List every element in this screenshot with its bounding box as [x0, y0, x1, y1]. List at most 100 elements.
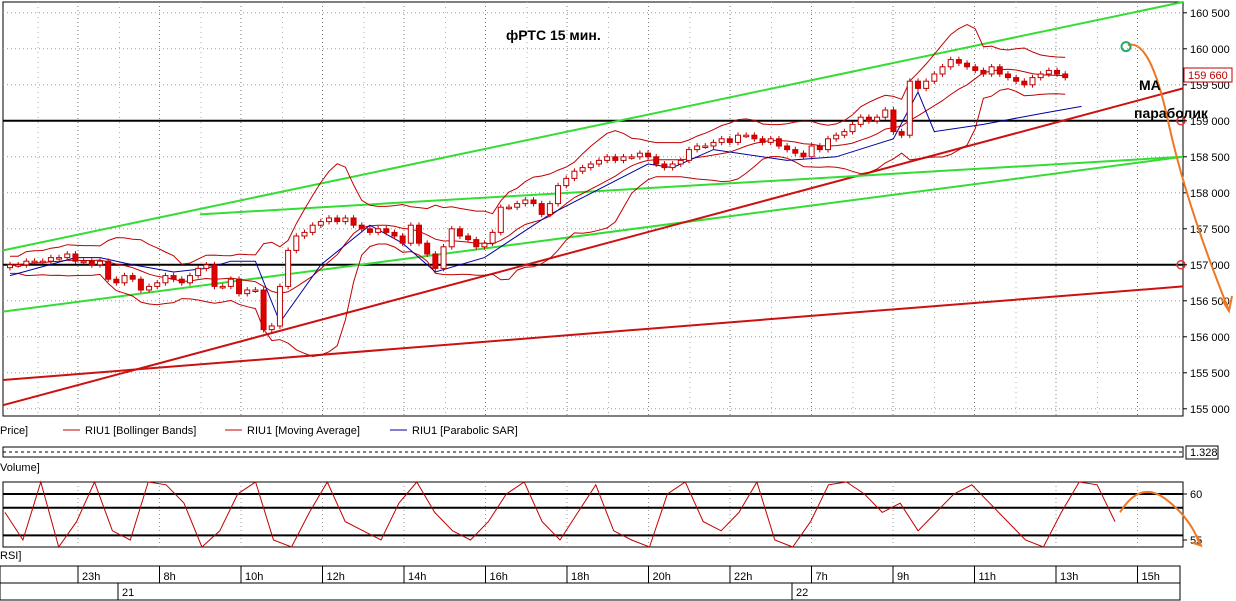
- time-tick-label: 10h: [245, 571, 263, 583]
- time-tick-label: 9h: [897, 571, 909, 583]
- candle-body: [702, 145, 709, 148]
- candle-body: [252, 289, 259, 292]
- candle-body: [456, 228, 463, 237]
- candle-body: [857, 116, 864, 125]
- time-tick-label: 16h: [490, 571, 508, 583]
- time-tick-label: 15h: [1142, 571, 1160, 583]
- candle-body: [260, 289, 267, 331]
- candle-body: [636, 152, 643, 158]
- candle-body: [579, 167, 586, 172]
- candle-body: [121, 275, 128, 284]
- candle-body: [497, 206, 504, 233]
- candle-body: [236, 278, 243, 295]
- candle-body: [96, 260, 103, 266]
- candle-body: [923, 80, 930, 89]
- candle-body: [522, 199, 529, 205]
- candle-body: [211, 264, 218, 287]
- rsi-label: RSI]: [0, 550, 21, 562]
- candle-body: [416, 224, 422, 244]
- candle-body: [293, 235, 300, 251]
- candle-body: [178, 278, 185, 284]
- time-tick-label: 23h: [82, 571, 100, 583]
- candle-body: [473, 239, 480, 248]
- candle-body: [931, 73, 938, 82]
- candle-body: [137, 278, 144, 291]
- candle-body: [203, 264, 210, 269]
- time-tick-label: 8h: [164, 571, 176, 583]
- candle-body: [710, 141, 717, 147]
- ma-annotation: МА: [1139, 77, 1161, 93]
- candle-body: [628, 156, 635, 159]
- candle-body: [906, 80, 913, 136]
- chart-title: фРТС 15 мин.: [506, 27, 601, 43]
- candle-body: [587, 163, 594, 169]
- candle-body: [555, 185, 562, 205]
- price-tick-label: 158 000: [1190, 188, 1230, 200]
- time-tick-label: 14h: [408, 571, 426, 583]
- candle-body: [645, 152, 652, 158]
- parabolic-annotation: параболик: [1134, 105, 1209, 121]
- candle-body: [685, 149, 692, 161]
- candle-body: [1013, 77, 1020, 82]
- candle-body: [334, 217, 341, 223]
- candle-body: [751, 134, 758, 140]
- candle-body: [268, 325, 275, 331]
- candle-body: [612, 156, 619, 161]
- candle-body: [162, 275, 169, 284]
- candle-body: [964, 62, 971, 68]
- candle-body: [146, 285, 153, 291]
- candle-body: [383, 228, 390, 233]
- candle-body: [808, 145, 815, 158]
- candle-body: [170, 275, 177, 280]
- candle-body: [432, 253, 439, 269]
- candle-body: [424, 242, 431, 255]
- candle-body: [546, 203, 553, 215]
- candle-body: [988, 66, 995, 75]
- chart-canvas: 160 500160 000159 500159 000158 500158 0…: [0, 1, 1233, 601]
- price-tick-label: 157 500: [1190, 224, 1230, 236]
- candle-body: [767, 138, 774, 143]
- candle-body: [276, 285, 283, 327]
- candle-body: [154, 282, 161, 287]
- candle-body: [285, 249, 292, 287]
- candle-body: [317, 221, 324, 226]
- date-label: 21: [122, 587, 134, 599]
- candle-body: [849, 123, 856, 133]
- time-tick-label: 11h: [979, 571, 997, 583]
- price-tick-label: 160 000: [1190, 44, 1230, 56]
- candle-body: [72, 253, 79, 262]
- price-panel: 160 500160 000159 500159 000158 500158 0…: [2, 1, 1233, 417]
- rsi-tick-label: 60: [1190, 489, 1202, 501]
- candle-body: [309, 224, 316, 233]
- rsi-panel: 6055 RSI]: [0, 480, 1203, 562]
- candle-body: [972, 66, 979, 71]
- candle-body: [39, 260, 46, 264]
- candle-body: [759, 138, 766, 143]
- candle-body: [350, 217, 357, 226]
- candle-body: [23, 260, 30, 266]
- candle-body: [15, 264, 22, 267]
- legend-label: RIU1 [Bollinger Bands]: [85, 425, 196, 437]
- candle-body: [244, 289, 251, 295]
- volume-panel: 1.328 Volume]: [0, 445, 1219, 474]
- candle-body: [563, 177, 570, 187]
- candle-body: [407, 224, 414, 244]
- candle-body: [538, 203, 545, 215]
- candle-body: [105, 260, 112, 280]
- candle-body: [195, 267, 202, 277]
- candle-body: [391, 231, 398, 237]
- candle-body: [661, 163, 668, 169]
- time-tick-label: 7h: [816, 571, 828, 583]
- candle-body: [604, 156, 611, 161]
- last-price-value: 159 660: [1188, 70, 1228, 82]
- candle-body: [88, 260, 95, 266]
- candle-body: [882, 109, 889, 118]
- candle-body: [227, 278, 234, 287]
- candle-body: [129, 275, 136, 280]
- candle-body: [571, 170, 578, 179]
- candle-body: [1021, 80, 1028, 86]
- candle-body: [1045, 69, 1052, 75]
- candle-body: [366, 228, 373, 233]
- candle-body: [996, 66, 1003, 75]
- time-tick-label: 12h: [327, 571, 345, 583]
